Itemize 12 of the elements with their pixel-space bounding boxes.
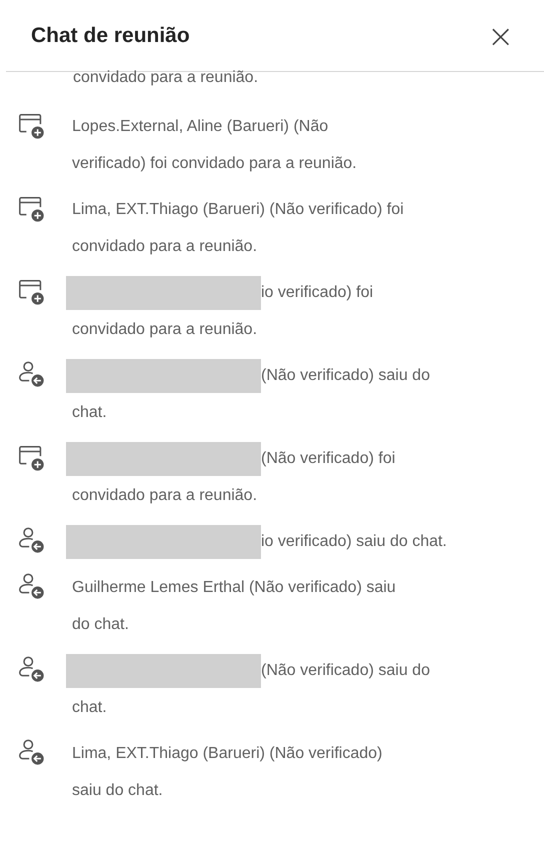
message-text: Lima, EXT.Thiago (Barueri) (Não verificado) saiu do chat. bbox=[72, 745, 382, 799]
panel-title: Chat de reunião bbox=[31, 24, 190, 48]
message-text: io verificado) foi convidado para a reunião. bbox=[72, 284, 374, 338]
message-text: io verificado) saiu do chat. bbox=[261, 533, 447, 550]
close-button[interactable]: × bbox=[483, 20, 518, 52]
message-text: (Não verificado) foi convidado para a reunião. bbox=[72, 450, 396, 504]
message-text: Lopes.External, Aline (Barueri) (Não verificado) foi convidado para a reunião. bbox=[72, 118, 357, 172]
message-text: (Não verificado) saiu do chat. bbox=[72, 662, 430, 716]
message-text: Lima, EXT.Thiago (Barueri) (Não verificado) foi convidado para a reunião. bbox=[72, 201, 404, 255]
message-text: Guilherme Lemes Erthal (Não verificado) saiu do chat. bbox=[72, 579, 396, 633]
message-text: convidado para a reunião. bbox=[73, 68, 260, 88]
message-text: (Não verificado) saiu do chat. bbox=[72, 367, 430, 421]
